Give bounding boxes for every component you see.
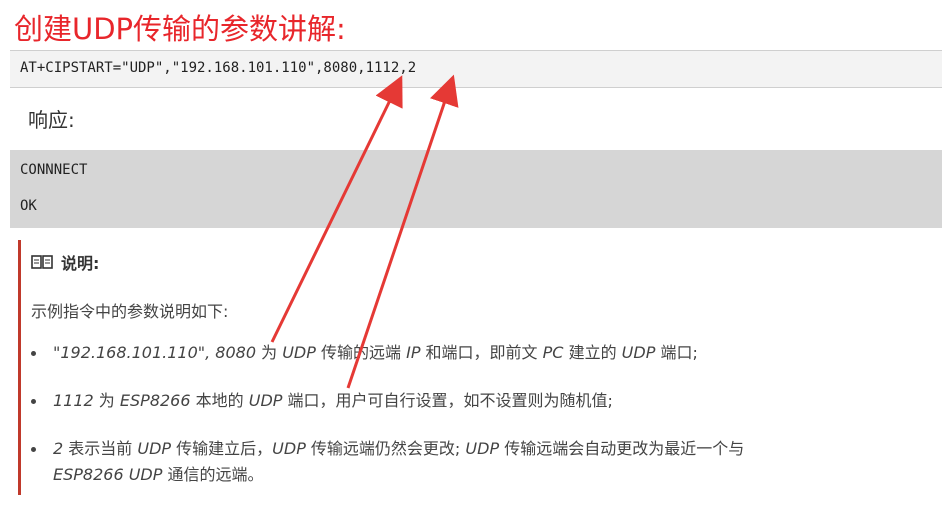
bullet-segment: 为 [93,391,120,410]
note-heading: 说明: [31,250,99,274]
bullet-segment: 建立的 [563,343,622,362]
bullet-text: 2 表示当前 UDP 传输建立后，UDP 传输远端仍然会更改; UDP 传输远端… [53,436,933,488]
bullet-dot [31,447,36,452]
bullet-segment: 传输远端仍然会更改; [305,439,466,458]
command-text: AT+CIPSTART="UDP","192.168.101.110",8080… [20,60,417,76]
page-title: 创建UDP传输的参数讲解: [14,12,346,46]
bullet-segment: 为 [256,343,283,362]
response-label: 响应: [28,108,75,132]
bullet-dot [31,399,36,404]
note-intro: 示例指令中的参数说明如下: [31,302,229,321]
bullet-segment: UDP [282,343,316,362]
bullet-text: 1112 为 ESP8266 本地的 UDP 端口，用户可自行设置，如不设置则为… [53,388,933,414]
book-icon [31,255,53,269]
bullet-segment: IP [406,343,421,362]
bullet-segment: 传输远端会自动更改为最近一个与 [499,439,745,458]
bullet-segment: UDP [137,439,172,458]
bullet-segment: UDP [248,391,283,410]
bullet-segment: ESP8266 UDP [53,465,163,484]
response-code-block: CONNNECT OK [10,150,942,228]
note-heading-text: 说明: [61,254,100,273]
bullet-segment: 传输的远端 [315,343,407,362]
bullet-segment: UDP [465,439,500,458]
bullet-segment: 表示当前 [63,439,138,458]
note-box: 说明: 示例指令中的参数说明如下: "192.168.101.110", 808… [18,240,941,495]
bullet-segment: 通信的远端。 [162,465,264,484]
bullet-segment: 2 [53,439,64,458]
bullet-segment: 本地的 [190,391,249,410]
bullet-segment: UDP [272,439,306,458]
bullet-segment: ESP8266 [119,391,191,410]
bullet-segment: PC [542,343,564,362]
response-line-ok: OK [20,198,37,214]
bullet-segment: UDP [621,343,656,362]
bullet-segment: 传输建立后， [171,439,273,458]
command-code-block: AT+CIPSTART="UDP","192.168.101.110",8080… [10,50,942,88]
bullet-segment: 1112 [53,391,94,410]
bullet-segment: 和端口，即前文 [420,343,543,362]
bullet-segment: 端口; [655,343,698,362]
bullet-segment: 端口，用户可自行设置，如不设置则为随机值; [282,391,613,410]
bullet-dot [31,351,36,356]
bullet-text: "192.168.101.110", 8080 为 UDP 传输的远端 IP 和… [53,340,933,366]
bullet-segment: "192.168.101.110", 8080 [53,343,257,362]
response-line-connect: CONNNECT [20,162,88,178]
